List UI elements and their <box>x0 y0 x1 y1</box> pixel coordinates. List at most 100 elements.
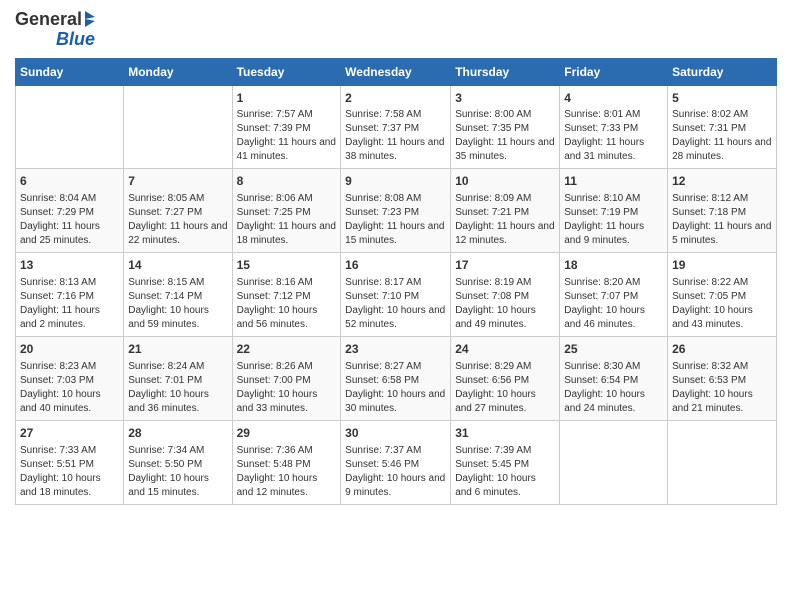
day-number: 25 <box>564 341 663 358</box>
day-number: 23 <box>345 341 446 358</box>
calendar-cell: 8Sunrise: 8:06 AMSunset: 7:25 PMDaylight… <box>232 169 341 253</box>
calendar-cell: 16Sunrise: 8:17 AMSunset: 7:10 PMDayligh… <box>341 253 451 337</box>
day-info: Daylight: 10 hours and 52 minutes. <box>345 304 446 332</box>
calendar-cell: 27Sunrise: 7:33 AMSunset: 5:51 PMDayligh… <box>16 420 124 504</box>
day-info: Sunrise: 8:08 AM <box>345 192 446 206</box>
day-info: Sunrise: 7:37 AM <box>345 444 446 458</box>
day-number: 8 <box>237 173 337 190</box>
day-info: Daylight: 10 hours and 21 minutes. <box>672 388 772 416</box>
day-info: Sunset: 6:53 PM <box>672 374 772 388</box>
day-info: Sunset: 5:45 PM <box>455 458 555 472</box>
day-info: Sunrise: 8:10 AM <box>564 192 663 206</box>
day-info: Sunset: 7:19 PM <box>564 206 663 220</box>
calendar-cell: 29Sunrise: 7:36 AMSunset: 5:48 PMDayligh… <box>232 420 341 504</box>
calendar-cell: 23Sunrise: 8:27 AMSunset: 6:58 PMDayligh… <box>341 336 451 420</box>
calendar-cell: 19Sunrise: 8:22 AMSunset: 7:05 PMDayligh… <box>668 253 777 337</box>
day-info: Daylight: 10 hours and 9 minutes. <box>345 472 446 500</box>
calendar-cell: 17Sunrise: 8:19 AMSunset: 7:08 PMDayligh… <box>451 253 560 337</box>
day-info: Sunset: 7:31 PM <box>672 122 772 136</box>
day-info: Sunset: 7:27 PM <box>128 206 227 220</box>
day-info: Sunset: 5:51 PM <box>20 458 119 472</box>
day-info: Sunrise: 7:39 AM <box>455 444 555 458</box>
day-info: Sunrise: 7:58 AM <box>345 108 446 122</box>
day-number: 2 <box>345 90 446 107</box>
day-info: Sunset: 7:03 PM <box>20 374 119 388</box>
calendar-cell <box>668 420 777 504</box>
day-info: Daylight: 11 hours and 41 minutes. <box>237 136 337 164</box>
day-info: Daylight: 10 hours and 59 minutes. <box>128 304 227 332</box>
day-info: Sunset: 6:54 PM <box>564 374 663 388</box>
day-info: Sunrise: 8:17 AM <box>345 276 446 290</box>
day-info: Daylight: 11 hours and 18 minutes. <box>237 220 337 248</box>
day-info: Sunrise: 8:01 AM <box>564 108 663 122</box>
day-info: Sunset: 7:25 PM <box>237 206 337 220</box>
day-number: 16 <box>345 257 446 274</box>
day-info: Daylight: 10 hours and 30 minutes. <box>345 388 446 416</box>
day-info: Sunset: 7:39 PM <box>237 122 337 136</box>
day-number: 31 <box>455 425 555 442</box>
day-number: 10 <box>455 173 555 190</box>
day-info: Sunset: 7:35 PM <box>455 122 555 136</box>
day-info: Daylight: 10 hours and 12 minutes. <box>237 472 337 500</box>
day-info: Sunrise: 8:27 AM <box>345 360 446 374</box>
day-info: Sunrise: 8:23 AM <box>20 360 119 374</box>
calendar-cell: 15Sunrise: 8:16 AMSunset: 7:12 PMDayligh… <box>232 253 341 337</box>
day-info: Sunset: 7:33 PM <box>564 122 663 136</box>
calendar-cell: 28Sunrise: 7:34 AMSunset: 5:50 PMDayligh… <box>124 420 232 504</box>
day-number: 1 <box>237 90 337 107</box>
day-header-wednesday: Wednesday <box>341 58 451 85</box>
day-number: 26 <box>672 341 772 358</box>
calendar-cell: 10Sunrise: 8:09 AMSunset: 7:21 PMDayligh… <box>451 169 560 253</box>
day-info: Sunrise: 8:12 AM <box>672 192 772 206</box>
day-info: Sunset: 5:46 PM <box>345 458 446 472</box>
day-header-thursday: Thursday <box>451 58 560 85</box>
day-info: Daylight: 11 hours and 15 minutes. <box>345 220 446 248</box>
day-number: 4 <box>564 90 663 107</box>
day-info: Daylight: 10 hours and 40 minutes. <box>20 388 119 416</box>
calendar-cell: 22Sunrise: 8:26 AMSunset: 7:00 PMDayligh… <box>232 336 341 420</box>
calendar-cell <box>560 420 668 504</box>
day-info: Daylight: 11 hours and 25 minutes. <box>20 220 119 248</box>
calendar-cell: 7Sunrise: 8:05 AMSunset: 7:27 PMDaylight… <box>124 169 232 253</box>
calendar-cell: 11Sunrise: 8:10 AMSunset: 7:19 PMDayligh… <box>560 169 668 253</box>
calendar-cell: 13Sunrise: 8:13 AMSunset: 7:16 PMDayligh… <box>16 253 124 337</box>
day-info: Sunrise: 8:00 AM <box>455 108 555 122</box>
day-info: Sunset: 7:07 PM <box>564 290 663 304</box>
calendar-cell: 3Sunrise: 8:00 AMSunset: 7:35 PMDaylight… <box>451 85 560 169</box>
day-info: Sunrise: 8:32 AM <box>672 360 772 374</box>
day-info: Sunset: 7:37 PM <box>345 122 446 136</box>
day-info: Daylight: 10 hours and 18 minutes. <box>20 472 119 500</box>
day-number: 22 <box>237 341 337 358</box>
day-number: 28 <box>128 425 227 442</box>
day-number: 21 <box>128 341 227 358</box>
calendar-cell: 1Sunrise: 7:57 AMSunset: 7:39 PMDaylight… <box>232 85 341 169</box>
day-info: Sunrise: 8:02 AM <box>672 108 772 122</box>
page-header: General Blue <box>15 10 777 50</box>
day-info: Sunrise: 8:24 AM <box>128 360 227 374</box>
calendar-cell <box>16 85 124 169</box>
day-number: 19 <box>672 257 772 274</box>
calendar-cell: 26 Sunrise: 8:32 AMSunset: 6:53 PMDayligh… <box>668 336 777 420</box>
calendar-cell: 25Sunrise: 8:30 AMSunset: 6:54 PMDayligh… <box>560 336 668 420</box>
day-info: Sunrise: 8:30 AM <box>564 360 663 374</box>
day-info: Sunrise: 7:34 AM <box>128 444 227 458</box>
calendar-cell: 6Sunrise: 8:04 AMSunset: 7:29 PMDaylight… <box>16 169 124 253</box>
day-info: Daylight: 10 hours and 6 minutes. <box>455 472 555 500</box>
day-info: Sunset: 7:23 PM <box>345 206 446 220</box>
day-info: Sunset: 7:18 PM <box>672 206 772 220</box>
day-info: Sunrise: 8:13 AM <box>20 276 119 290</box>
day-info: Daylight: 10 hours and 46 minutes. <box>564 304 663 332</box>
calendar-cell: 24Sunrise: 8:29 AMSunset: 6:56 PMDayligh… <box>451 336 560 420</box>
logo-general: General <box>15 10 82 30</box>
day-info: Sunrise: 7:57 AM <box>237 108 337 122</box>
calendar-cell: 20Sunrise: 8:23 AMSunset: 7:03 PMDayligh… <box>16 336 124 420</box>
calendar-cell: 9Sunrise: 8:08 AMSunset: 7:23 PMDaylight… <box>341 169 451 253</box>
day-info: Sunrise: 8:26 AM <box>237 360 337 374</box>
day-info: Sunrise: 8:09 AM <box>455 192 555 206</box>
day-number: 3 <box>455 90 555 107</box>
calendar-cell: 18Sunrise: 8:20 AMSunset: 7:07 PMDayligh… <box>560 253 668 337</box>
day-info: Daylight: 11 hours and 9 minutes. <box>564 220 663 248</box>
day-info: Daylight: 10 hours and 43 minutes. <box>672 304 772 332</box>
day-number: 14 <box>128 257 227 274</box>
day-info: Sunrise: 8:19 AM <box>455 276 555 290</box>
